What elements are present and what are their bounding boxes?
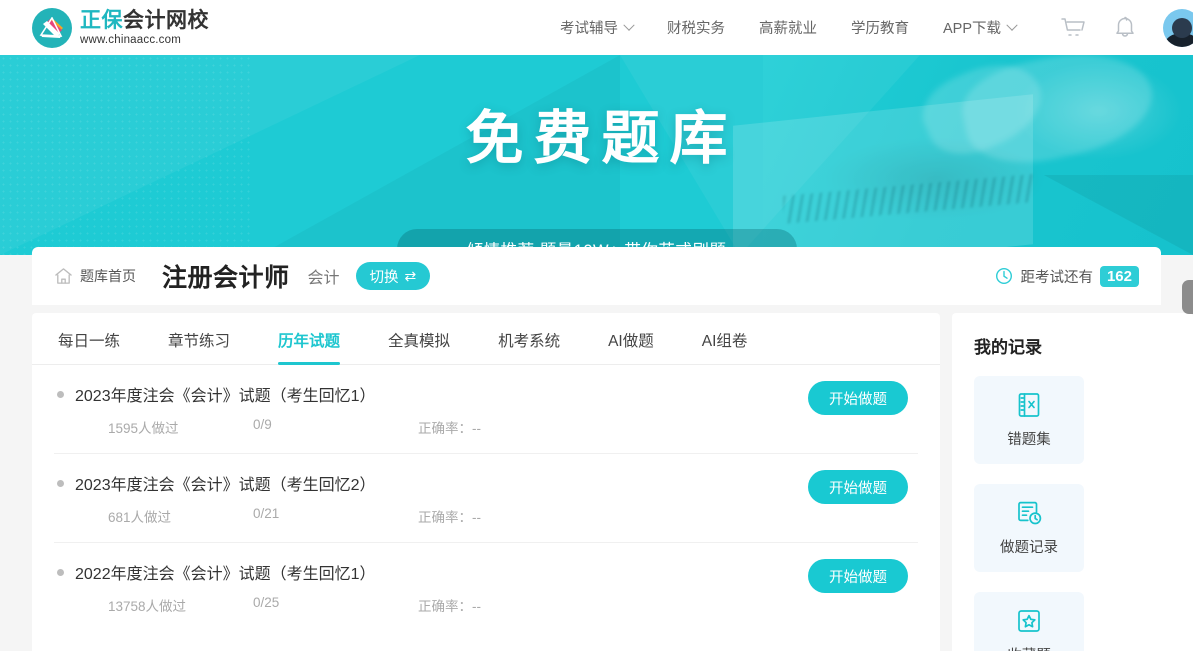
exam-countdown: 距考试还有 162 [995,265,1139,287]
bell-icon[interactable] [1113,15,1137,40]
tile-label: 错题集 [1007,432,1051,448]
exam-done-count: 681人做过 [108,510,172,525]
start-exam-button[interactable]: 开始做题 [808,470,908,504]
exam-accuracy: 正确率：-- [418,599,481,614]
tile-wrong-questions[interactable]: 错题集 [974,376,1084,464]
exam-row-title-wrap: 2023年度注会《会计》试题（考生回忆2） [54,471,918,495]
star-bookmark-icon [1015,607,1043,635]
site-header: 正保会计网校 www.chinaacc.com 考试辅导 财税实务 高薪就业 学… [0,0,1193,55]
table-row: 2023年度注会《会计》试题（考生回忆2） 681人做过 0/21 正确率：--… [54,454,918,543]
exam-accuracy: 正确率：-- [418,510,481,525]
header-icon-group [1060,0,1193,55]
tab-computer-exam-system[interactable]: 机考系统 [474,329,584,364]
exam-row-meta: 13758人做过 0/25 正确率：-- [108,595,918,615]
exam-title[interactable]: 2023年度注会《会计》试题（考生回忆1） [75,382,376,406]
site-logo[interactable]: 正保会计网校 www.chinaacc.com [32,7,209,48]
tile-practice-history[interactable]: 做题记录 [974,484,1084,572]
exam-progress: 0/21 [253,506,280,521]
main-navigation: 考试辅导 财税实务 高薪就业 学历教育 APP下载 [560,0,1018,55]
book-fan-logo-icon [32,7,72,48]
question-bank-main-card: 每日一练 章节练习 历年试题 全真模拟 机考系统 AI做题 AI组卷 2023年… [32,313,940,651]
bullet-icon [57,568,64,576]
hero-banner: 免费题库 倾情推荐 题量10W+ 带你花式刷题 [0,55,1193,255]
my-records-title: 我的记录 [974,338,1042,357]
subject-label: 会计 [307,270,340,287]
nav-item-tax-practice[interactable]: 财税实务 [667,17,725,38]
tab-ai-practice[interactable]: AI做题 [584,329,678,364]
nav-item-high-salary-jobs[interactable]: 高薪就业 [759,17,817,38]
history-record-icon [1015,499,1043,527]
tile-label: 收藏题 [1007,644,1051,651]
my-records-panel: 我的记录 错题集 做题记录 [952,313,1193,651]
exam-title[interactable]: 2022年度注会《会计》试题（考生回忆1） [75,560,376,584]
tab-full-mock[interactable]: 全真模拟 [364,329,474,364]
exam-done-count: 13758人做过 [108,599,187,614]
nav-label: 考试辅导 [560,21,618,37]
logo-text-rest: 会计网校 [123,8,209,32]
exam-done-count: 1595人做过 [108,421,179,436]
nav-label: APP下载 [943,21,1002,37]
breadcrumb-question-bank-home[interactable]: 题库首页 [80,266,136,286]
swap-arrows-icon: ⇄ [404,268,417,284]
switch-subject-button[interactable]: 切换 ⇄ [355,262,431,290]
home-icon[interactable] [54,267,73,285]
nav-item-academic-education[interactable]: 学历教育 [851,17,909,38]
exam-progress: 0/25 [253,595,280,610]
exam-row-title-wrap: 2023年度注会《会计》试题（考生回忆1） [54,382,918,406]
page-content: 每日一练 章节练习 历年试题 全真模拟 机考系统 AI做题 AI组卷 2023年… [32,313,1193,651]
nav-label: 财税实务 [667,21,725,37]
nav-label: 高薪就业 [759,21,817,37]
table-row: 2023年度注会《会计》试题（考生回忆1） 1595人做过 0/9 正确率：--… [54,365,918,454]
tile-favorite-questions[interactable]: 收藏题 [974,592,1084,651]
exam-progress: 0/9 [253,417,272,432]
countdown-days-badge: 162 [1099,265,1139,287]
hero-title: 免费题库 [465,106,738,171]
category-tabs: 每日一练 章节练习 历年试题 全真模拟 机考系统 AI做题 AI组卷 [32,313,940,365]
tab-daily-practice[interactable]: 每日一练 [34,329,144,364]
logo-text-highlight: 正保 [80,8,123,32]
scroll-gutter [1170,255,1193,281]
exam-title[interactable]: 2023年度注会《会计》试题（考生回忆2） [75,471,376,495]
chevron-down-icon [623,19,635,31]
nav-item-exam-tutoring[interactable]: 考试辅导 [560,17,635,38]
exam-row-meta: 1595人做过 0/9 正确率：-- [108,417,918,437]
countdown-label: 距考试还有 [1020,269,1093,286]
bullet-icon [57,390,64,398]
side-drawer-handle[interactable] [1182,280,1193,314]
tab-past-exams[interactable]: 历年试题 [254,329,364,365]
exam-title-bar: 题库首页 注册会计师 会计 切换 ⇄ 距考试还有 162 [32,247,1161,305]
logo-url: www.chinaacc.com [80,33,181,46]
tab-chapter-practice[interactable]: 章节练习 [144,329,254,364]
chevron-down-icon [1006,19,1018,31]
cart-icon[interactable] [1060,16,1087,40]
tile-label: 做题记录 [1000,540,1058,556]
bullet-icon [57,479,64,487]
nav-label: 学历教育 [851,21,909,37]
user-avatar[interactable] [1163,8,1193,47]
my-records-tiles: 错题集 做题记录 [974,376,1193,651]
wrong-question-book-icon [1015,391,1043,419]
start-exam-button[interactable]: 开始做题 [808,381,908,415]
exam-accuracy: 正确率：-- [418,421,481,436]
clock-icon [995,267,1013,285]
switch-button-label: 切换 [369,269,399,286]
exam-paper-list: 2023年度注会《会计》试题（考生回忆1） 1595人做过 0/9 正确率：--… [32,365,940,631]
page-title: 注册会计师 [162,264,290,292]
exam-row-meta: 681人做过 0/21 正确率：-- [108,506,918,526]
nav-item-app-download[interactable]: APP下载 [943,17,1018,38]
table-row: 2022年度注会《会计》试题（考生回忆1） 13758人做过 0/25 正确率：… [54,543,918,631]
tab-ai-paper-builder[interactable]: AI组卷 [678,329,772,364]
exam-row-title-wrap: 2022年度注会《会计》试题（考生回忆1） [54,560,918,584]
start-exam-button[interactable]: 开始做题 [808,559,908,593]
